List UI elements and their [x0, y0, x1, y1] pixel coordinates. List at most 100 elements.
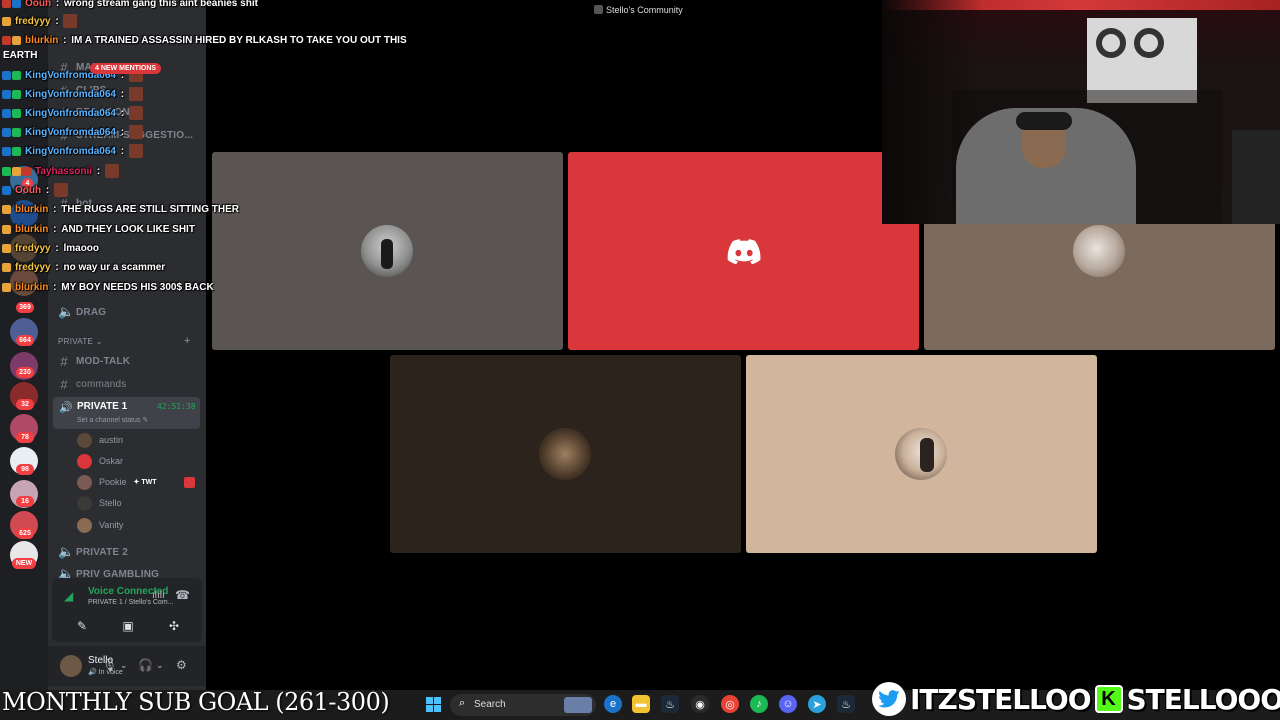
- badge-icon: [2, 89, 11, 99]
- voice-tile[interactable]: [568, 152, 919, 350]
- chat-text: THE RUGS ARE STILL SITTING THER: [61, 203, 240, 215]
- steam-icon[interactable]: ♨: [837, 695, 855, 713]
- social-handles-overlay: ITZSTELLOO K STELLOOO: [872, 680, 1280, 718]
- windows-start-icon[interactable]: [426, 697, 441, 712]
- avatar: [77, 495, 92, 511]
- badge-icon: [12, 70, 21, 80]
- chat-username: KingVonfromda064: [25, 107, 116, 119]
- emote-icon: [128, 106, 143, 120]
- chat-message: blurkin : THE RUGS ARE STILL SITTING THE…: [2, 201, 239, 217]
- channel-drag[interactable]: 🔈 DRAG: [58, 303, 106, 321]
- chat-badges: [2, 89, 21, 99]
- microphone-icon[interactable]: 🎙: [102, 658, 117, 672]
- edge-icon[interactable]: e: [604, 695, 622, 713]
- signal-icon[interactable]: ◢: [64, 589, 73, 603]
- spotify-icon[interactable]: ♪: [750, 695, 768, 713]
- camera-off-button[interactable]: ✎: [67, 616, 97, 636]
- server-rail: 4 369 664 230 32 78 98 16 625 NEW: [0, 0, 48, 690]
- voice-connected-panel: ◢ Voice Connected PRIVATE 1 / Stello's C…: [52, 578, 202, 642]
- chat-message: KingVonfromda064 :: [2, 143, 143, 159]
- window-title-bar: Stello's Community: [206, 0, 882, 22]
- channel-private-2[interactable]: 🔈 PRIVATE 2: [58, 543, 128, 561]
- steam-icon[interactable]: ♨: [661, 695, 679, 713]
- chevron-down-icon[interactable]: ⌄: [156, 660, 164, 671]
- chat-username: blurkin: [15, 281, 49, 293]
- chat-badges: [2, 16, 11, 26]
- chat-message: fredyyy : no way ur a scammer: [2, 259, 165, 275]
- emote-icon: [54, 183, 68, 197]
- chat-message: KingVonfromda064 :: [2, 124, 143, 140]
- noise-suppression-icon[interactable]: ılılı: [152, 590, 165, 601]
- screen-share-button[interactable]: ▣: [113, 616, 143, 636]
- chat-message: blurkin : AND THEY LOOK LIKE SHIT: [2, 221, 195, 237]
- chrome-icon[interactable]: ◎: [721, 695, 739, 713]
- earth-label: EARTH: [3, 50, 38, 61]
- add-channel-icon[interactable]: +: [184, 335, 190, 347]
- category-label: PRIVATE: [58, 337, 94, 346]
- chat-username: blurkin: [15, 223, 49, 235]
- badge-icon: [2, 204, 11, 214]
- voice-member[interactable]: Vanity: [77, 516, 123, 534]
- speaker-icon: 🔈: [58, 304, 75, 319]
- badge-icon: [12, 166, 21, 176]
- chat-badges: [2, 108, 21, 118]
- avatar[interactable]: [60, 655, 82, 677]
- activities-button[interactable]: ✣: [159, 616, 189, 636]
- channel-label: PRIVATE 2: [76, 546, 128, 558]
- channel-status-prompt[interactable]: Set a channel status ✎: [77, 416, 148, 424]
- mention-badge: 230: [16, 367, 34, 378]
- discord-icon[interactable]: ☺: [779, 695, 797, 713]
- voice-tile[interactable]: [390, 355, 741, 553]
- chat-badges: [2, 224, 11, 234]
- kick-icon: K: [1094, 685, 1123, 713]
- badge-icon: [2, 127, 11, 137]
- badge-icon: [2, 185, 11, 195]
- voice-member[interactable]: austin: [77, 431, 123, 449]
- chat-text: lmaooo: [63, 242, 100, 254]
- chat-badges: [2, 204, 11, 214]
- category-private[interactable]: PRIVATE ⌄: [58, 337, 103, 346]
- channel-mod-talk[interactable]: # MOD-TALK: [58, 352, 130, 370]
- chat-badges: [2, 146, 21, 156]
- mention-badge: 664: [16, 335, 34, 346]
- search-placeholder: Search: [474, 699, 506, 710]
- chat-username: fredyyy: [15, 242, 51, 254]
- avatar: [77, 432, 92, 448]
- new-mentions-pill[interactable]: 4 NEW MENTIONS: [90, 63, 162, 74]
- disconnect-icon[interactable]: ☎: [175, 588, 190, 602]
- chevron-down-icon[interactable]: ⌄: [120, 660, 128, 671]
- search-highlight-icon: [564, 697, 592, 713]
- badge-icon: [2, 108, 11, 118]
- channel-private-1[interactable]: 🔊 PRIVATE 1 42:51:38 Set a channel statu…: [53, 397, 200, 429]
- chat-text: wrong stream gang this aint beanies shit: [64, 0, 258, 9]
- mention-badge: 78: [16, 432, 34, 443]
- voice-member[interactable]: Pookie ✦ TWT: [77, 473, 157, 491]
- badge-icon: [2, 224, 11, 234]
- window-title: Stello's Community: [594, 5, 683, 15]
- taskbar-search[interactable]: ⌕ Search: [450, 694, 596, 716]
- telegram-icon[interactable]: ➤: [808, 695, 826, 713]
- badge-icon: [2, 35, 11, 45]
- obs-icon[interactable]: ◉: [691, 695, 709, 713]
- moderator-badge: [184, 477, 195, 488]
- file-explorer-icon[interactable]: ▬: [632, 695, 650, 713]
- chat-badges: [2, 262, 11, 272]
- voice-member[interactable]: Stello: [77, 494, 122, 512]
- voice-tile[interactable]: [746, 355, 1097, 553]
- chat-separator: :: [53, 0, 62, 9]
- chat-username: KingVonfromda064: [25, 145, 116, 157]
- headphones-icon[interactable]: 🎧: [138, 658, 153, 672]
- voice-tile[interactable]: [212, 152, 563, 350]
- chat-separator: :: [117, 126, 127, 138]
- mention-badge: 32: [16, 399, 34, 410]
- soundboard-button[interactable]: ✧: [205, 616, 206, 636]
- badge-icon: [22, 166, 31, 176]
- channel-sidebar: #MAIN-CHAT#CLIPS#REACTIONS#STREAM-SUGGES…: [48, 0, 206, 690]
- search-icon: ⌕: [459, 697, 466, 709]
- gear-icon[interactable]: ⚙: [176, 658, 187, 672]
- voice-member[interactable]: Oskar: [77, 452, 123, 470]
- chat-text: no way ur a scammer: [63, 261, 166, 273]
- chat-message: KingVonfromda064 :: [2, 86, 143, 102]
- channel-commands[interactable]: # commands: [58, 375, 127, 393]
- chat-username: KingVonfromda064: [25, 126, 116, 138]
